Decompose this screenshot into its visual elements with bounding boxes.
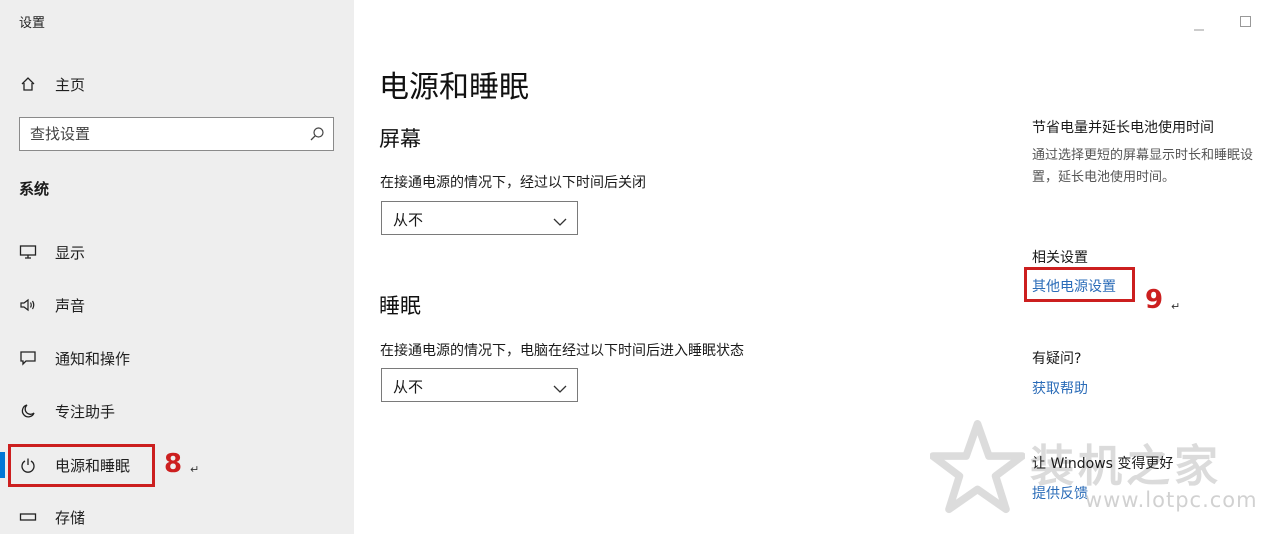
search-input[interactable] [30, 118, 300, 150]
annotation-box-power-sleep [8, 444, 155, 487]
tip-text: 通过选择更短的屏幕显示时长和睡眠设 置，延长电池使用时间。 [1032, 145, 1280, 189]
feedback-link[interactable]: 提供反馈 [1032, 483, 1088, 503]
sidebar-item-display[interactable]: 显示 [0, 232, 354, 272]
storage-icon [19, 508, 37, 526]
annotation-box-power-settings [1024, 267, 1135, 302]
sleep-heading: 睡眠 [379, 294, 421, 318]
moon-icon [19, 402, 37, 420]
sidebar-item-label: 通知和操作 [55, 349, 131, 368]
sidebar-item-home[interactable]: 主页 [0, 64, 354, 104]
search-icon[interactable] [309, 126, 325, 142]
home-icon [19, 75, 37, 93]
sidebar-item-storage[interactable]: 存储 [0, 497, 354, 537]
notification-icon [19, 349, 37, 367]
dropdown-value: 从不 [393, 378, 424, 396]
annotation-number: 8 [164, 449, 183, 479]
page-title: 电源和睡眠 [379, 70, 529, 105]
dropdown-value: 从不 [393, 211, 424, 229]
sidebar-item-notifications[interactable]: 通知和操作 [0, 338, 354, 378]
related-settings-title: 相关设置 [1032, 250, 1088, 266]
chevron-down-icon [553, 379, 567, 393]
tip-text-line2: 置，延长电池使用时间。 [1032, 170, 1176, 185]
sidebar-item-label: 存储 [55, 508, 86, 527]
sleep-timeout-dropdown[interactable]: 从不 [381, 368, 578, 402]
watermark-url: www.lotpc.com [1085, 488, 1258, 512]
maximize-button[interactable] [1240, 12, 1251, 31]
annotation-mark: ↵ [1171, 300, 1181, 313]
tip-title: 节省电量并延长电池使用时间 [1032, 120, 1214, 136]
sidebar-item-label: 专注助手 [55, 402, 116, 421]
window-title: 设置 [19, 16, 46, 31]
annotation-number: 9 [1145, 285, 1164, 315]
monitor-icon [19, 243, 37, 261]
question-title: 有疑问? [1032, 351, 1082, 367]
sidebar-item-label: 声音 [55, 296, 86, 315]
sidebar-item-sound[interactable]: 声音 [0, 285, 354, 325]
minimize-button[interactable] [1194, 17, 1204, 36]
sidebar-item-label: 主页 [55, 75, 86, 94]
get-help-link[interactable]: 获取帮助 [1032, 378, 1088, 398]
screen-heading: 屏幕 [379, 127, 421, 151]
sidebar-item-focus-assist[interactable]: 专注助手 [0, 391, 354, 431]
section-title: 系统 [19, 180, 50, 198]
screen-timeout-dropdown[interactable]: 从不 [381, 201, 578, 235]
improve-title: 让 Windows 变得更好 [1032, 456, 1174, 472]
tip-text-line1: 通过选择更短的屏幕显示时长和睡眠设 [1032, 148, 1254, 163]
search-box[interactable] [19, 117, 334, 151]
sleep-description: 在接通电源的情况下，电脑在经过以下时间后进入睡眠状态 [380, 343, 744, 359]
watermark-star-logo [929, 420, 1026, 519]
chevron-down-icon [553, 212, 567, 226]
speaker-icon [19, 296, 37, 314]
screen-description: 在接通电源的情况下，经过以下时间后关闭 [380, 175, 646, 191]
annotation-mark: ↵ [190, 463, 200, 476]
sidebar-item-label: 显示 [55, 243, 86, 262]
